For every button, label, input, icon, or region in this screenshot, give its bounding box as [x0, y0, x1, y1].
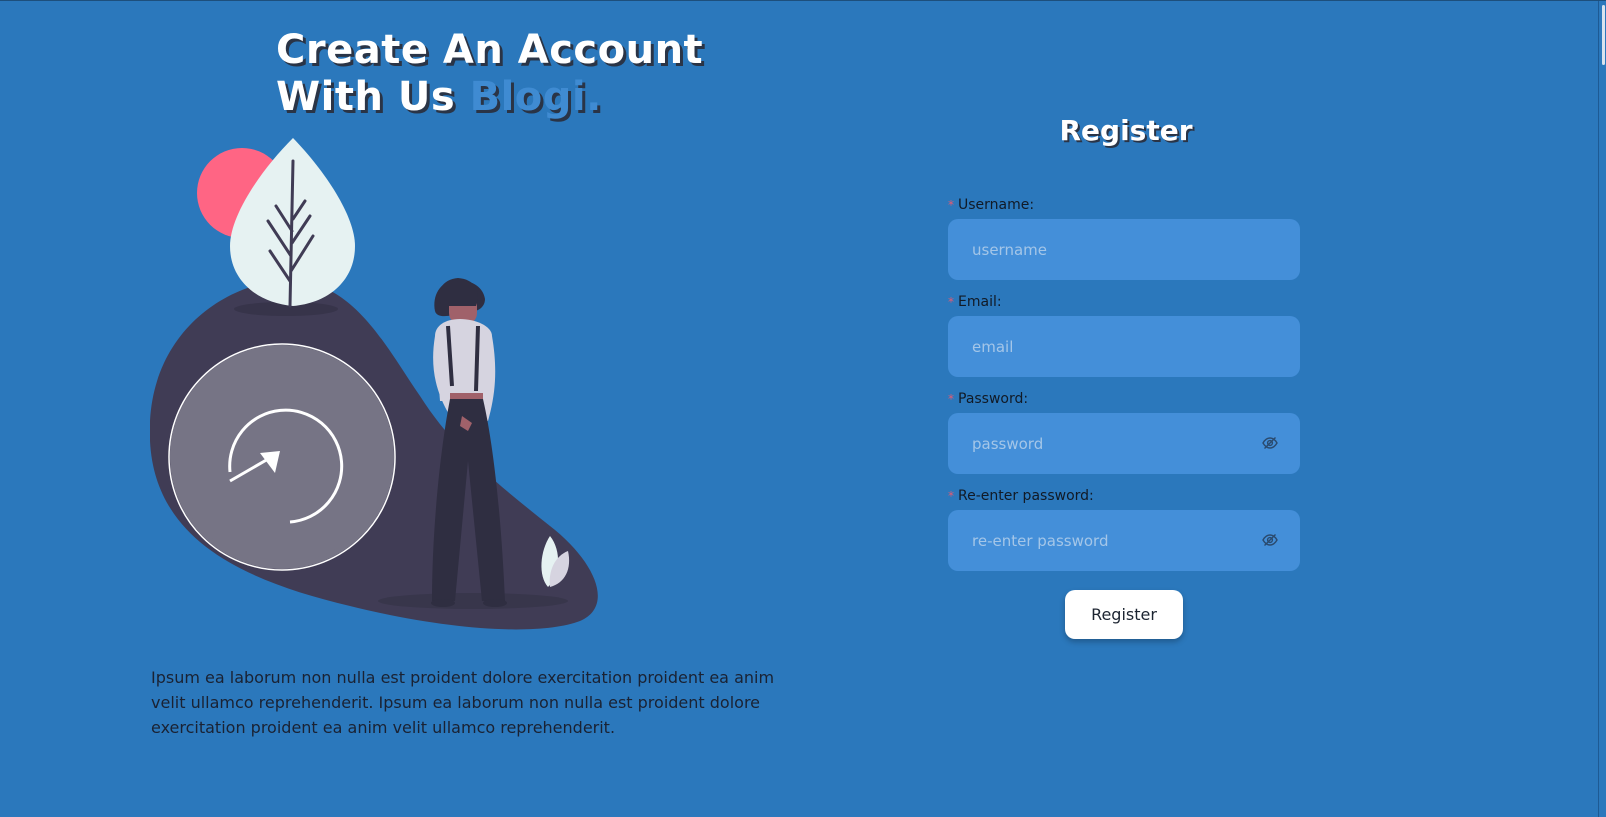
eye-slash-icon[interactable]	[1262, 435, 1278, 451]
email-input-wrap	[948, 316, 1300, 377]
reenter-password-label-text: Re-enter password:	[958, 488, 1094, 504]
scrollbar-thumb[interactable]	[1602, 5, 1605, 65]
required-marker: *	[948, 295, 954, 309]
required-marker: *	[948, 198, 954, 212]
username-label: * Username:	[948, 195, 1300, 215]
email-label: * Email:	[948, 292, 1300, 312]
brand-name: Blogi.	[469, 74, 602, 120]
password-input-wrap	[948, 413, 1300, 474]
email-label-text: Email:	[958, 294, 1002, 310]
password-field-group: * Password:	[948, 389, 1300, 474]
email-field-group: * Email:	[948, 292, 1300, 377]
register-illustration	[150, 138, 598, 630]
username-label-text: Username:	[958, 197, 1035, 213]
page-scrollbar[interactable]	[1598, 1, 1606, 817]
email-input[interactable]	[948, 316, 1300, 377]
username-input[interactable]	[948, 219, 1300, 280]
register-button[interactable]: Register	[1065, 590, 1183, 639]
reenter-password-input-wrap	[948, 510, 1300, 571]
hero-title: Create An Account With Us Blogi.	[276, 27, 703, 121]
reenter-password-label: * Re-enter password:	[948, 486, 1300, 506]
password-label-text: Password:	[958, 391, 1029, 407]
username-input-wrap	[948, 219, 1300, 280]
hero-description: Ipsum ea laborum non nulla est proident …	[151, 668, 775, 737]
reenter-password-input[interactable]	[948, 510, 1300, 571]
eye-slash-icon[interactable]	[1262, 532, 1278, 548]
hero-title-line2: With Us	[276, 74, 456, 120]
password-input[interactable]	[948, 413, 1300, 474]
hero-title-line1: Create An Account	[276, 27, 704, 73]
required-marker: *	[948, 489, 954, 503]
password-label: * Password:	[948, 389, 1300, 409]
required-marker: *	[948, 392, 954, 406]
register-heading: Register	[1059, 114, 1193, 147]
register-form: *Username: *Email: *Password: *Re-enter	[948, 195, 1300, 583]
reenter-password-field-group: * Re-enter password:	[948, 486, 1300, 571]
username-field-group: * Username:	[948, 195, 1300, 280]
